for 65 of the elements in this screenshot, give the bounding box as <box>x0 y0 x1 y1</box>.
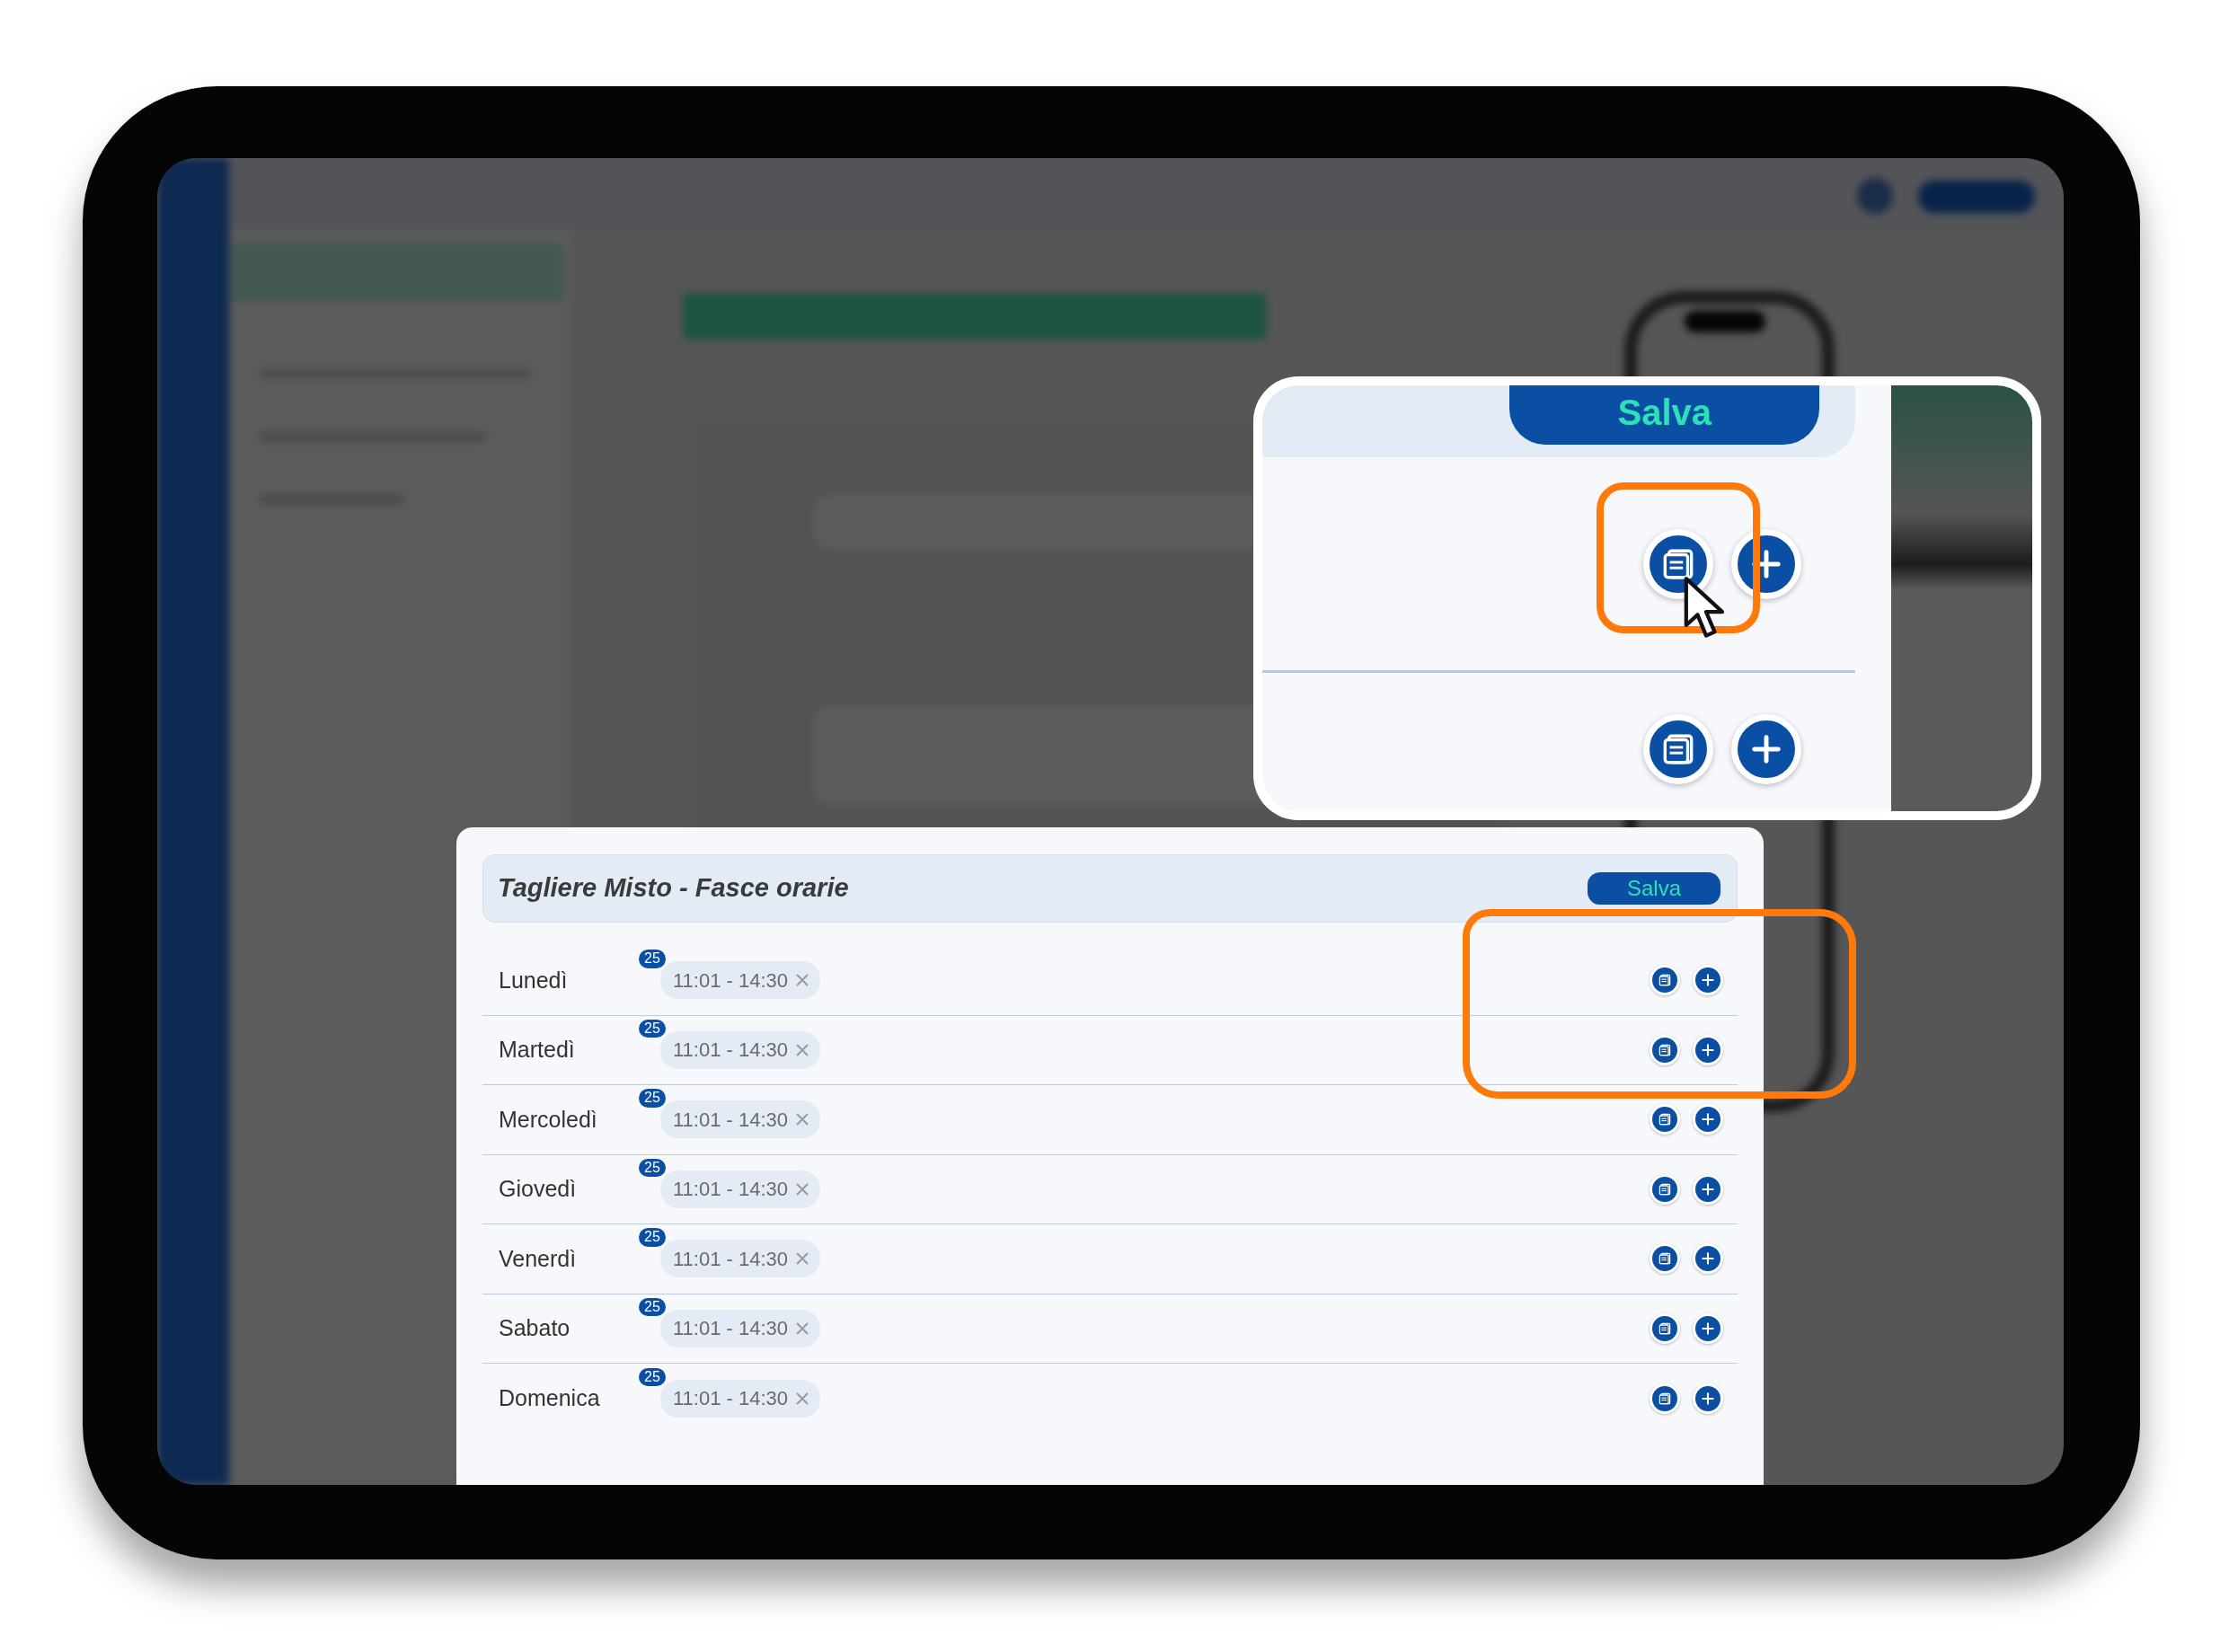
add-button[interactable] <box>1693 1104 1723 1135</box>
time-range: 11:01 - 14:30 <box>673 967 789 994</box>
copy-button[interactable] <box>1650 1034 1680 1065</box>
add-button[interactable] <box>1693 1034 1723 1065</box>
list-card-icon <box>1658 1181 1672 1197</box>
copy-button[interactable] <box>1650 1312 1680 1344</box>
plus-icon <box>1701 1112 1715 1127</box>
day-label: Martedì <box>499 1036 576 1064</box>
count-badge: 25 <box>639 1158 666 1178</box>
add-button[interactable] <box>1693 1173 1723 1205</box>
day-label: Giovedì <box>499 1175 578 1203</box>
plus-icon <box>1701 973 1715 988</box>
time-slot-chip[interactable]: 11:01 - 14:30 <box>660 1379 821 1418</box>
time-slot-chip[interactable]: 11:01 - 14:30 <box>660 1309 821 1347</box>
copy-button[interactable] <box>1643 714 1713 784</box>
copy-button[interactable] <box>1650 1243 1680 1275</box>
modal-title: Tagliere Misto - Fasce orarie <box>498 872 849 905</box>
time-range: 11:01 - 14:30 <box>673 1316 789 1342</box>
add-button[interactable] <box>1693 1312 1723 1344</box>
plus-icon <box>1701 1042 1715 1057</box>
time-slot-chip[interactable]: 11:01 - 14:30 <box>660 1170 821 1208</box>
list-card-icon <box>1658 1251 1672 1267</box>
time-range: 11:01 - 14:30 <box>673 1177 789 1203</box>
count-badge: 25 <box>639 1019 666 1038</box>
time-range: 11:01 - 14:30 <box>673 1107 789 1133</box>
copy-button[interactable] <box>1643 528 1713 599</box>
list-card-icon <box>1658 1391 1672 1406</box>
list-card-icon <box>1658 973 1672 988</box>
time-range: 11:01 - 14:30 <box>673 1386 789 1412</box>
time-slot-chip[interactable]: 11:01 - 14:30 <box>660 961 821 1000</box>
count-badge: 25 <box>639 1297 666 1317</box>
save-button[interactable]: Salva <box>1587 871 1720 906</box>
plus-icon <box>1701 1251 1715 1267</box>
add-button[interactable] <box>1693 1243 1723 1275</box>
list-card-icon <box>1658 1321 1672 1336</box>
time-slot-chip[interactable]: 11:01 - 14:30 <box>660 1100 821 1139</box>
day-label: Mercoledì <box>499 1105 598 1134</box>
time-range: 11:01 - 14:30 <box>673 1038 789 1064</box>
count-badge: 25 <box>639 950 666 968</box>
copy-button[interactable] <box>1650 965 1680 996</box>
copy-button[interactable] <box>1650 1173 1680 1205</box>
plus-icon <box>1701 1181 1715 1197</box>
plus-icon <box>1701 1391 1715 1406</box>
add-button[interactable] <box>1731 714 1801 784</box>
list-card-icon <box>1658 1112 1672 1127</box>
day-label: Lunedì <box>499 966 569 994</box>
list-card-icon <box>1658 1042 1672 1057</box>
count-badge: 25 <box>639 1367 666 1387</box>
time-range: 11:01 - 14:30 <box>673 1246 789 1272</box>
add-button[interactable] <box>1693 1383 1723 1414</box>
day-label: Domenica <box>499 1384 601 1412</box>
count-badge: 25 <box>639 1089 666 1108</box>
add-button[interactable] <box>1731 528 1801 599</box>
save-button[interactable]: Salva <box>1509 385 1819 445</box>
day-label: Venerdì <box>499 1244 578 1273</box>
plus-icon <box>1701 1321 1715 1336</box>
copy-button[interactable] <box>1650 1383 1680 1414</box>
day-label: Sabato <box>499 1314 571 1342</box>
blurred-avatar <box>1857 178 1893 214</box>
plus-icon <box>1749 732 1783 766</box>
time-slot-chip[interactable]: 11:01 - 14:30 <box>660 1240 821 1278</box>
time-slot-chip[interactable]: 11:01 - 14:30 <box>660 1030 821 1069</box>
count-badge: 25 <box>639 1228 666 1247</box>
add-button[interactable] <box>1693 965 1723 996</box>
copy-button[interactable] <box>1650 1104 1680 1135</box>
